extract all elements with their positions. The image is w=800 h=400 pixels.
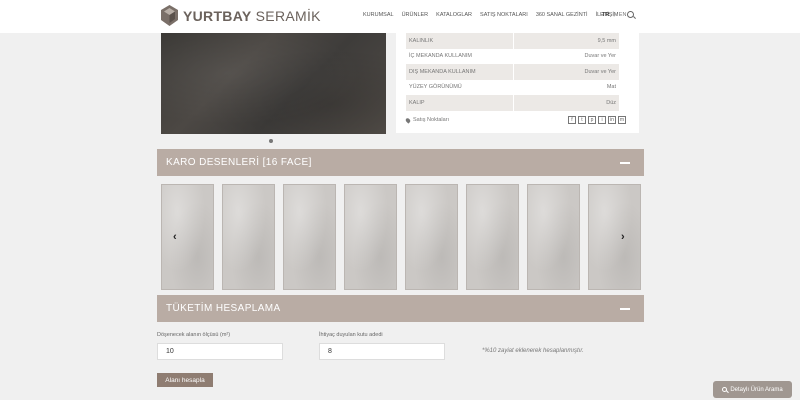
slider-dot[interactable] <box>269 139 273 143</box>
collapse-icon[interactable] <box>620 308 630 310</box>
product-image <box>161 33 386 134</box>
spec-row: YÜZEY GÖRÜNÜMÜ Mat <box>406 79 619 95</box>
nav-item-kataloglar[interactable]: KATALOGLAR <box>436 12 472 18</box>
spec-key: İÇ MEKANDA KULLANIM <box>409 53 472 60</box>
spec-row: KALIP Düz <box>406 95 619 111</box>
calc-section-title: TÜKETİM HESAPLAMA <box>166 303 281 314</box>
brand-logo[interactable]: YURTBAY SERAMİK <box>161 5 321 26</box>
area-label: Döşenecek alanın ölçüsü (m²) <box>157 332 231 338</box>
pinterest-icon[interactable]: p <box>588 116 596 124</box>
boxes-input[interactable] <box>319 343 445 360</box>
detailed-search-button[interactable]: Detaylı Ürün Arama <box>713 381 792 398</box>
calculate-area-button[interactable]: Alanı hesapla <box>157 373 213 387</box>
nav-item-kurumsal[interactable]: KURUMSAL <box>363 12 394 18</box>
tile-pattern[interactable] <box>527 184 580 290</box>
site-header: YURTBAY SERAMİK KURUMSAL ÜRÜNLER KATALOG… <box>0 0 800 33</box>
search-icon <box>722 387 728 392</box>
tile-pattern[interactable] <box>161 184 214 290</box>
map-pin-icon <box>404 116 412 124</box>
tile-pattern[interactable] <box>283 184 336 290</box>
brand-name: YURTBAY SERAMİK <box>183 7 321 24</box>
twitter-icon[interactable]: t <box>578 116 586 124</box>
facebook-icon[interactable]: f <box>568 116 576 124</box>
spec-key: YÜZEY GÖRÜNÜMÜ <box>409 84 462 91</box>
lang-separator: | <box>613 12 615 18</box>
spec-value: 9,5 mm <box>513 33 619 49</box>
nav-item-sanal-gezinti[interactable]: 360 SANAL GEZİNTİ <box>536 12 588 18</box>
spec-row: İÇ MEKANDA KULLANIM Duvar ve Yer <box>406 48 619 64</box>
collapse-icon[interactable] <box>620 162 630 164</box>
instagram-icon[interactable]: i <box>598 116 606 124</box>
carousel-next-icon[interactable]: › <box>621 231 625 243</box>
tiles-section-header[interactable]: KARO DESENLERİ [16 FACE] <box>157 149 644 176</box>
nav-item-satis-noktalari[interactable]: SATIŞ NOKTALARI <box>480 12 528 18</box>
spec-value: Düz <box>513 95 619 111</box>
spec-key: DIŞ MEKANDA KULLANIM <box>409 68 476 75</box>
nav-item-urunler[interactable]: ÜRÜNLER <box>402 12 429 18</box>
area-input[interactable] <box>157 343 283 360</box>
sales-points-label: Satış Noktaları <box>413 117 450 123</box>
tile-pattern[interactable] <box>405 184 458 290</box>
linkedin-icon[interactable]: in <box>608 116 616 124</box>
waste-note: *%10 zayiat eklenerek hesaplanmıştır. <box>482 348 584 354</box>
spec-key: KALIP <box>409 99 425 106</box>
sales-points-link[interactable]: Satış Noktaları <box>404 116 450 124</box>
lang-tr[interactable]: TR <box>602 12 609 18</box>
main-nav: KURUMSAL ÜRÜNLER KATALOGLAR SATIŞ NOKTAL… <box>363 12 627 18</box>
spec-row: KALINLIK 9,5 mm <box>406 33 619 49</box>
spec-table: KALINLIK 9,5 mm İÇ MEKANDA KULLANIM Duva… <box>406 33 619 111</box>
logo-mark-icon <box>161 5 178 26</box>
tile-pattern[interactable] <box>222 184 275 290</box>
tile-pattern[interactable] <box>588 184 641 290</box>
spec-value: Mat <box>513 79 619 95</box>
boxes-label: İhtiyaç duyulan kutu adedi <box>319 332 383 338</box>
spec-key: KALINLIK <box>409 37 434 44</box>
tiles-section-title: KARO DESENLERİ [16 FACE] <box>166 157 312 168</box>
spec-row: DIŞ MEKANDA KULLANIM Duvar ve Yer <box>406 64 619 80</box>
search-icon[interactable] <box>627 11 634 18</box>
spec-value: Duvar ve Yer <box>513 48 619 64</box>
carousel-prev-icon[interactable]: ‹ <box>173 231 177 243</box>
tile-pattern[interactable] <box>466 184 519 290</box>
email-icon[interactable]: m <box>618 116 626 124</box>
tile-pattern[interactable] <box>344 184 397 290</box>
social-share: f t p i in m <box>566 116 626 124</box>
spec-value: Duvar ve Yer <box>513 64 619 80</box>
calc-section-header[interactable]: TÜKETİM HESAPLAMA <box>157 295 644 322</box>
detailed-search-label: Detaylı Ürün Arama <box>730 386 783 393</box>
lang-en[interactable]: EN <box>619 12 627 18</box>
language-switcher: TR | EN <box>602 12 626 18</box>
